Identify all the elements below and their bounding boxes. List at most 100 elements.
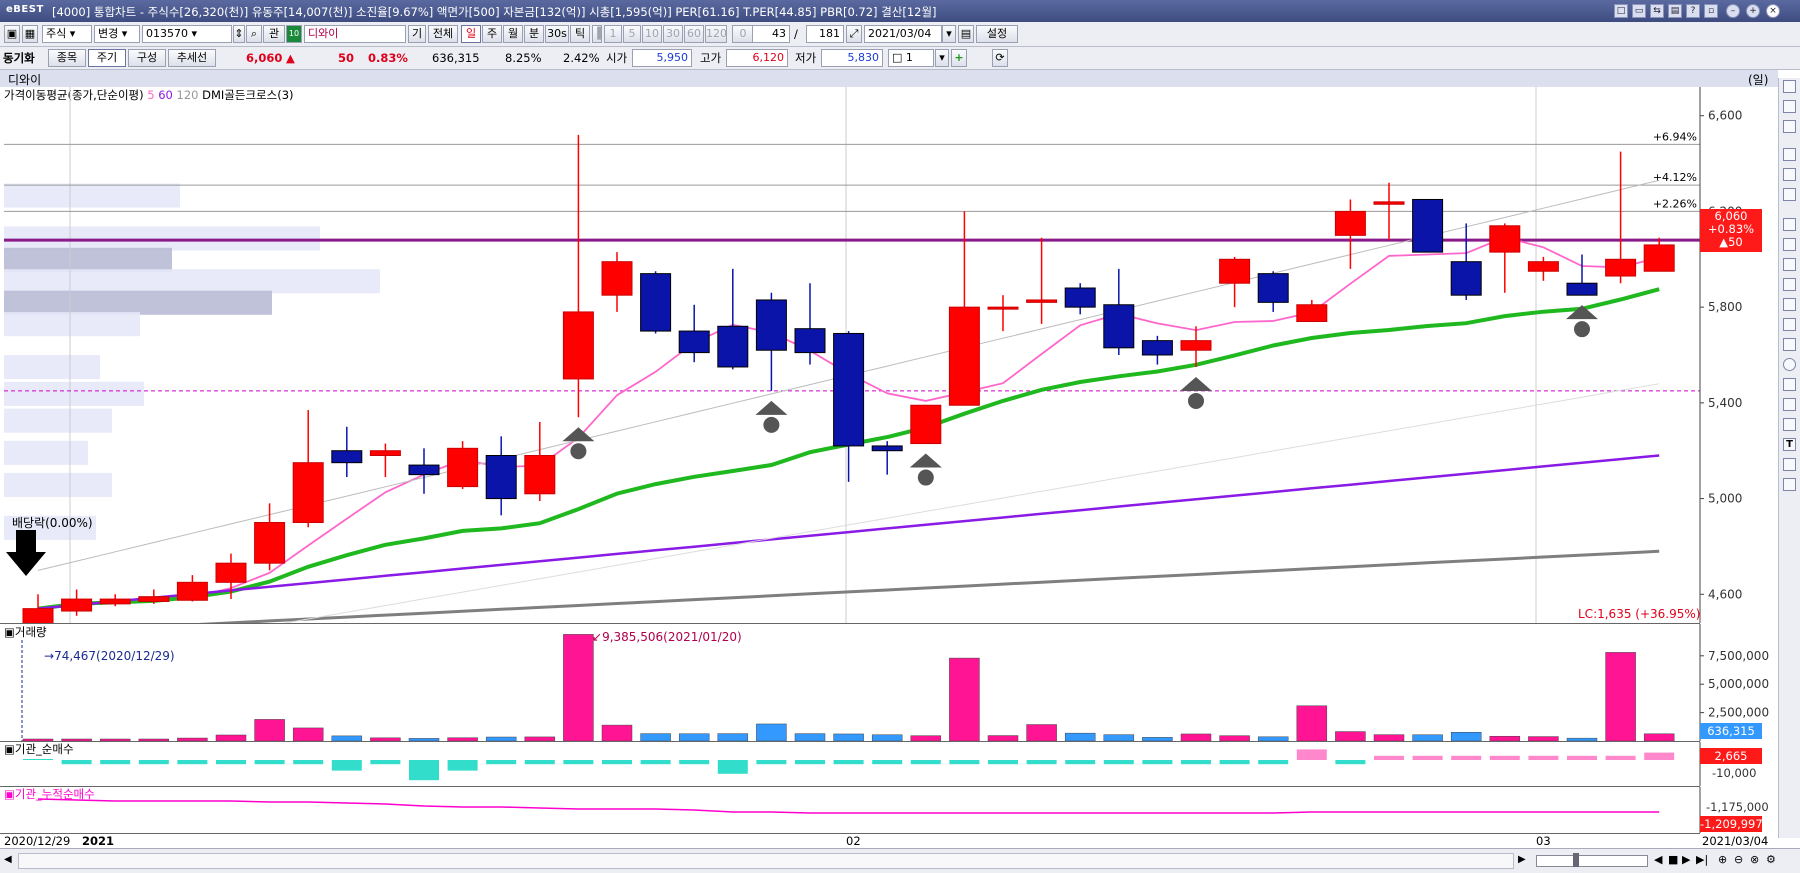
sync-label[interactable]: 동기화 (3, 50, 35, 66)
calendar-icon[interactable]: ▤ (958, 25, 974, 43)
tile-icon[interactable]: ▭ (1632, 4, 1646, 18)
volume-chart[interactable]: 7,500,000 5,000,000 2,500,000 (0, 624, 1778, 741)
minute-120-button[interactable]: 120 (705, 25, 727, 43)
tab-trendline[interactable]: 추세선 (168, 49, 216, 67)
settings-icon[interactable]: ⚙ (1766, 853, 1776, 866)
settings-button[interactable]: 설정 (976, 25, 1018, 43)
play-icon[interactable]: ▶ (1682, 853, 1690, 866)
inst-cum-chart[interactable] (0, 787, 1778, 833)
change-select[interactable]: 변경 ▾ (94, 25, 140, 43)
scroll-up-icon[interactable] (1783, 80, 1796, 93)
stock-name-field[interactable]: 디와이 (304, 25, 406, 43)
minute-30-button[interactable]: 30 (663, 25, 683, 43)
crosshair-icon[interactable] (1783, 120, 1796, 133)
trendline-icon[interactable] (1783, 218, 1796, 231)
badge-icon[interactable]: 10 (286, 25, 302, 43)
minute-60-button[interactable]: 60 (684, 25, 704, 43)
tab-period[interactable]: 주기 (88, 49, 126, 67)
link-icon[interactable]: ⇆ (1650, 4, 1664, 18)
spin-icon[interactable]: ⇕ (233, 25, 245, 43)
play-back-icon[interactable]: ◀ (1654, 853, 1662, 866)
minute-5-button[interactable]: 5 (623, 25, 641, 43)
minute-1-button[interactable]: 1 (604, 25, 622, 43)
pct-label: +6.94% (1653, 130, 1697, 143)
zoom-in-icon[interactable]: ⊕ (1718, 853, 1727, 866)
hline-icon[interactable] (1783, 148, 1796, 161)
code-input[interactable]: 013570 ▾ (142, 25, 232, 43)
candle-body (1334, 210, 1366, 236)
pen-icon[interactable] (1783, 168, 1796, 181)
inst-bar (756, 760, 787, 765)
cycle-icon[interactable] (1783, 318, 1796, 331)
period-day-tab[interactable]: 일 (461, 25, 481, 43)
minimize-icon[interactable]: – (1726, 4, 1740, 18)
qty-dropdown-icon[interactable]: ▾ (935, 49, 949, 67)
print-icon[interactable]: ▤ (1668, 4, 1682, 18)
ruler-icon[interactable] (1783, 398, 1796, 411)
up-arrow-icon: ▲ (286, 51, 295, 65)
refresh-icon[interactable]: ⟳ (992, 49, 1008, 67)
zoom-slider-handle[interactable] (1573, 853, 1579, 867)
search-icon[interactable]: ⌕ (246, 25, 262, 43)
signal-arrow-icon (909, 453, 942, 468)
gi-button[interactable]: 기 (408, 25, 426, 43)
add-icon[interactable]: + (951, 49, 967, 67)
grid-icon[interactable] (1783, 418, 1796, 431)
arrow-line-icon[interactable] (1783, 238, 1796, 251)
custom-period-input[interactable]: 0 (732, 25, 754, 43)
stop-icon[interactable]: ■ (1668, 853, 1678, 866)
text-icon[interactable]: T (1783, 438, 1796, 451)
zoom-icon[interactable]: ⤢ (846, 25, 862, 43)
period-minute-tab[interactable]: 분 (524, 25, 544, 43)
market-select[interactable]: 주식 ▾ (42, 25, 92, 43)
scroll-track[interactable] (18, 853, 1514, 869)
paint-icon[interactable] (1783, 458, 1796, 471)
minute-10-button[interactable]: 10 (642, 25, 662, 43)
display-count-input[interactable]: 43 (752, 25, 790, 43)
maximize-icon[interactable]: + (1746, 4, 1760, 18)
tab-item[interactable]: 종목 (48, 49, 86, 67)
signal-arrow-icon (562, 427, 595, 442)
gann-icon[interactable] (1783, 298, 1796, 311)
candle-body (99, 598, 131, 605)
step-icon[interactable]: ▶| (1696, 853, 1708, 866)
cursor-icon[interactable] (1783, 100, 1796, 113)
restore-icon[interactable]: □ (1614, 4, 1628, 18)
pin-icon[interactable]: ▫ (1704, 4, 1718, 18)
period-tick-tab[interactable]: 틱 (570, 25, 590, 43)
eraser-icon[interactable] (1783, 188, 1796, 201)
delete-drawing-icon[interactable] (1783, 478, 1796, 491)
toolbar-symbol: ▣ ▦ 주식 ▾ 변경 ▾ 013570 ▾ ⇕ ⌕ 관 10 디와이 기 전체… (0, 22, 1800, 47)
close-icon[interactable]: × (1766, 4, 1780, 18)
zoom-reset-icon[interactable]: ⊗ (1750, 853, 1759, 866)
period-month-tab[interactable]: 월 (503, 25, 523, 43)
fib-icon[interactable] (1783, 258, 1796, 271)
period-week-tab[interactable]: 주 (482, 25, 502, 43)
date-label-end: 2021/03/04 (1702, 834, 1769, 848)
triangle-icon[interactable] (1783, 378, 1796, 391)
related-button[interactable]: 관 (263, 25, 285, 43)
tag-change: ▲50 (1719, 235, 1743, 249)
date-dropdown-icon[interactable]: ▾ (942, 25, 956, 43)
save-icon[interactable]: ▦ (22, 25, 38, 43)
inst-chart[interactable] (0, 742, 1778, 786)
zoom-out-icon[interactable]: ⊖ (1734, 853, 1743, 866)
candle-body (524, 455, 556, 495)
channel-icon[interactable] (1783, 278, 1796, 291)
tab-layout[interactable]: 구성 (128, 49, 166, 67)
menu-icon[interactable]: ▣ (4, 25, 20, 43)
price-chart[interactable]: +6.94%+4.12%+2.26% 6,6006,2005,8005,4005… (0, 87, 1778, 623)
zoom-slider[interactable] (1536, 853, 1648, 867)
scroll-left-icon[interactable]: ◀ (4, 854, 12, 865)
help-icon[interactable]: ? (1686, 4, 1700, 18)
inst-bars (23, 742, 1701, 786)
qty-select[interactable]: □ 1 (888, 49, 934, 67)
circle-icon[interactable] (1783, 358, 1796, 371)
scroll-right-icon[interactable]: ▶ (1518, 854, 1526, 865)
all-button[interactable]: 전체 (428, 25, 458, 43)
period-30s-tab[interactable]: 30s (545, 25, 569, 43)
date-input[interactable]: 2021/03/04 (864, 25, 942, 43)
rect-icon[interactable] (1783, 338, 1796, 351)
volume-bar (1296, 705, 1328, 741)
candle-body (1489, 225, 1521, 253)
